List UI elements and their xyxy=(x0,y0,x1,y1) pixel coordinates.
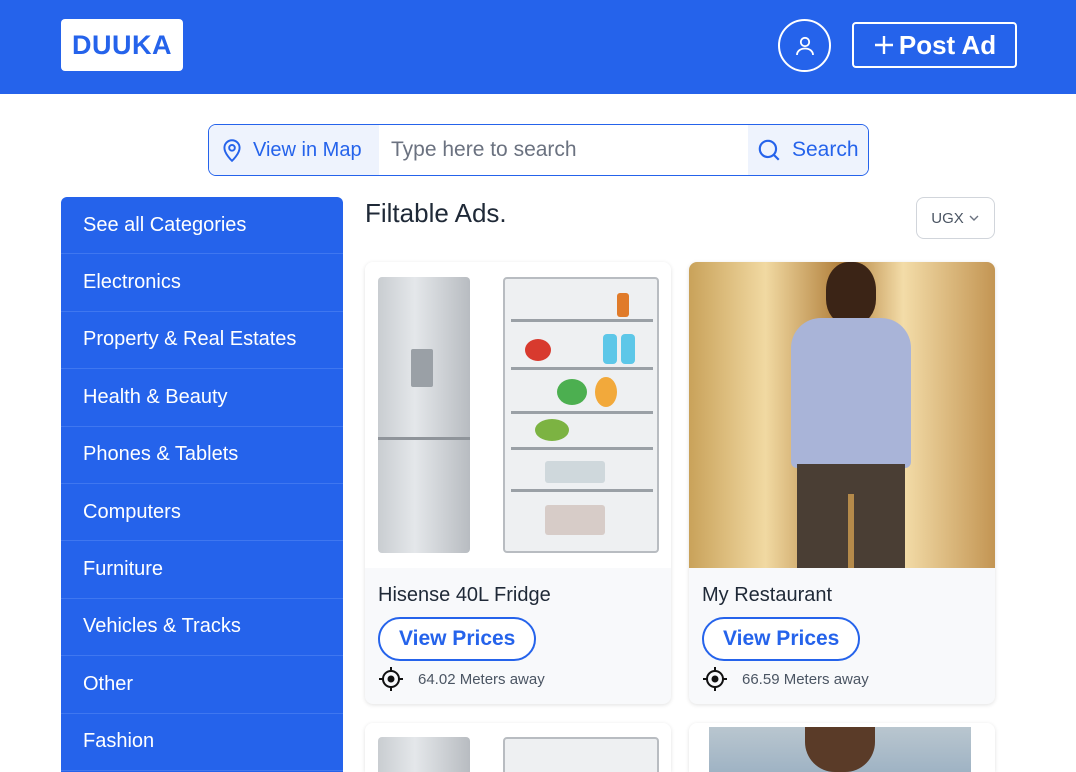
person-illustration xyxy=(826,262,876,324)
view-prices-button[interactable]: View Prices xyxy=(702,617,861,661)
logo[interactable]: DUUKA xyxy=(61,19,183,71)
ad-card[interactable] xyxy=(689,723,995,772)
ad-title[interactable]: Hisense 40L Fridge xyxy=(378,584,551,607)
ad-title[interactable]: My Restaurant xyxy=(702,584,832,607)
fridge-open-illustration xyxy=(503,277,659,553)
distance-text: 66.59 Meters away xyxy=(742,670,869,688)
view-in-map-label: View in Map xyxy=(253,138,362,161)
currency-select[interactable]: UGX xyxy=(916,197,995,239)
sidebar-item-all-categories[interactable]: See all Categories xyxy=(61,197,343,255)
distance-info: 64.02 Meters away xyxy=(378,666,545,692)
plus-icon xyxy=(874,36,893,54)
ad-image-person[interactable] xyxy=(709,727,971,772)
page-title: Filtable Ads. xyxy=(365,198,507,228)
post-ad-button[interactable]: Post Ad xyxy=(852,22,1017,68)
view-in-map-button[interactable]: View in Map xyxy=(209,125,379,175)
search-button-label: Search xyxy=(792,138,859,161)
search-bar: View in Map Search xyxy=(208,124,869,176)
distance-info: 66.59 Meters away xyxy=(702,666,869,692)
ad-image-restaurant[interactable] xyxy=(689,262,995,568)
person-shirt xyxy=(791,318,911,468)
location-target-icon xyxy=(379,667,403,691)
user-account-button[interactable] xyxy=(778,19,831,72)
location-target-icon xyxy=(703,667,727,691)
distance-text: 64.02 Meters away xyxy=(418,670,545,688)
sidebar-item-property[interactable]: Property & Real Estates xyxy=(61,312,343,370)
sidebar-item-other[interactable]: Other xyxy=(61,656,343,714)
currency-value: UGX xyxy=(931,209,964,227)
ad-card[interactable] xyxy=(365,723,671,772)
chevron-down-icon xyxy=(969,215,979,221)
map-pin-icon xyxy=(223,139,241,163)
search-button[interactable]: Search xyxy=(748,125,868,175)
user-icon xyxy=(795,36,814,55)
top-header: DUUKA Post Ad xyxy=(0,0,1076,94)
sidebar-item-computers[interactable]: Computers xyxy=(61,484,343,542)
ad-card[interactable]: Hisense 40L Fridge View Prices 64.02 Met… xyxy=(365,262,671,704)
person-pants xyxy=(797,464,905,568)
sidebar-item-electronics[interactable]: Electronics xyxy=(61,254,343,312)
search-input[interactable] xyxy=(379,125,748,175)
sidebar-item-phones-tablets[interactable]: Phones & Tablets xyxy=(61,427,343,484)
sidebar-item-furniture[interactable]: Furniture xyxy=(61,541,343,599)
view-prices-button[interactable]: View Prices xyxy=(378,617,537,661)
ad-image-fridge[interactable] xyxy=(365,723,671,772)
ad-image-fridge[interactable] xyxy=(365,262,671,568)
sidebar-item-vehicles[interactable]: Vehicles & Tracks xyxy=(61,599,343,657)
post-ad-label: Post Ad xyxy=(898,29,997,60)
search-icon xyxy=(758,139,780,161)
category-sidebar: See all Categories Electronics Property … xyxy=(61,197,343,772)
fridge-closed-illustration xyxy=(378,277,470,553)
sidebar-item-fashion[interactable]: Fashion xyxy=(61,714,343,771)
ad-card[interactable]: My Restaurant View Prices 66.59 Meters a… xyxy=(689,262,995,704)
sidebar-item-health-beauty[interactable]: Health & Beauty xyxy=(61,369,343,427)
